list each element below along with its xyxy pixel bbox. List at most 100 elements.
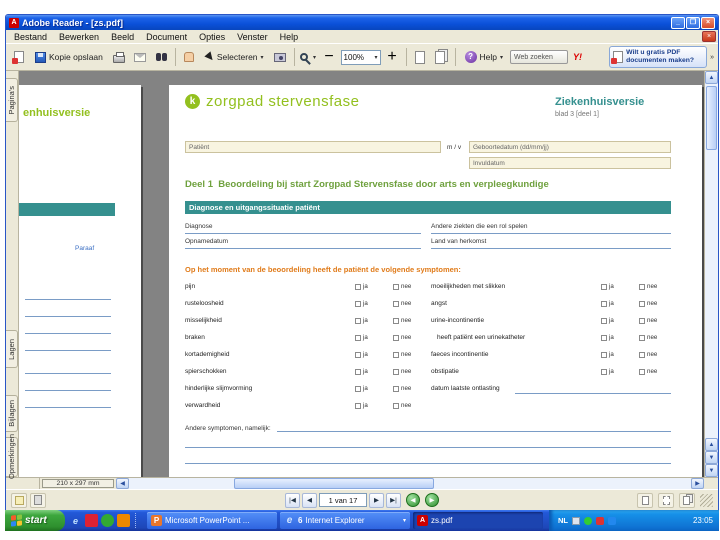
scroll-up-icon[interactable]: ▲ [705,71,718,84]
clock[interactable]: 23:05 [693,516,713,525]
network-tray-icon[interactable] [608,516,616,525]
zoom-out-button[interactable]: − [320,48,339,67]
tab-layers[interactable]: Lagen [6,330,18,368]
birthdate-field[interactable]: Geboortedatum (dd/mm/jj) [469,141,671,153]
select-tool-button[interactable]: Selecteren ▾ [201,48,269,67]
quicklaunch-media-icon[interactable] [117,514,130,527]
quicklaunch-messenger-icon[interactable] [101,514,114,527]
checkbox-nee[interactable] [639,368,645,375]
task-zs-pdf[interactable]: A zs.pdf [413,512,543,529]
next-view-button[interactable]: ▶ [425,493,439,507]
checkbox-nee[interactable] [393,351,399,358]
create-pdf-icon-button[interactable] [9,48,28,67]
single-page-view-button[interactable] [637,492,653,508]
resize-grip[interactable] [700,493,713,507]
menu-bestand[interactable]: Bestand [8,31,53,43]
task-internet-explorer-group[interactable]: e 6 Internet Explorer ▾ [280,512,410,529]
checkbox-ja[interactable] [601,283,607,290]
yahoo-search-input[interactable]: Web zoeken [510,50,569,64]
checkbox-nee[interactable] [393,283,399,290]
antivirus-tray-icon[interactable] [584,516,592,525]
start-button[interactable]: start [5,510,65,531]
tab-comments[interactable]: Opmerkingen [6,434,18,480]
menu-venster[interactable]: Venster [231,31,274,43]
page-down-icon[interactable]: ▼ [705,451,718,464]
next-page-button[interactable]: ▶ [369,492,384,508]
checkbox-nee[interactable] [393,402,399,409]
toolbar-overflow-button[interactable]: » [709,54,715,61]
search-button[interactable] [152,48,171,67]
attachments-shortcut-button[interactable] [30,492,46,508]
snapshot-button[interactable] [271,48,290,67]
previous-page-button[interactable]: ◀ [302,492,317,508]
close-document-button[interactable]: × [702,31,716,42]
previous-view-button[interactable]: ◀ [406,493,420,507]
tab-pages[interactable]: Pagina's [6,78,18,122]
horizontal-scroll-thumb[interactable] [234,478,434,489]
zoom-in-button[interactable]: + [383,48,402,67]
help-button[interactable]: ? Help ▾ [460,48,509,67]
make-free-pdf-button[interactable]: Wilt u gratis PDF documenten maken? [609,46,708,68]
scroll-left-icon[interactable]: ◀ [116,478,129,489]
quicklaunch-internet-explorer-icon[interactable]: e [69,514,82,527]
zoom-tool-button[interactable]: ▾ [299,48,318,67]
vertical-scroll-thumb[interactable] [706,86,717,150]
fit-page-button[interactable] [432,48,451,67]
horizontal-scroll-track[interactable] [129,478,691,489]
checkbox-ja[interactable] [601,351,607,358]
checkbox-nee[interactable] [393,300,399,307]
zoom-level-select[interactable]: 100% ▾ [340,49,381,65]
menu-help[interactable]: Help [274,31,305,43]
checkbox-ja[interactable] [355,317,361,324]
vertical-scrollbar[interactable]: ▲ ▲ ▼ ▼ [704,71,718,477]
scroll-right-icon[interactable]: ▶ [691,478,704,489]
checkbox-nee[interactable] [639,300,645,307]
checkbox-ja[interactable] [601,300,607,307]
pane-grabber[interactable] [6,478,40,489]
messenger-tray-icon[interactable] [596,516,604,525]
actual-size-button[interactable] [411,48,430,67]
checkbox-ja[interactable] [601,368,607,375]
page-number-indicator[interactable]: 1 van 17 [319,493,367,507]
first-page-button[interactable]: |◀ [285,492,300,508]
quicklaunch-app-icon[interactable] [85,514,98,527]
menu-opties[interactable]: Opties [193,31,231,43]
continuous-view-button[interactable] [658,492,674,508]
menu-beeld[interactable]: Beeld [105,31,140,43]
menu-document[interactable]: Document [140,31,193,43]
page-up-icon[interactable]: ▲ [705,438,718,451]
checkbox-ja[interactable] [355,283,361,290]
checkbox-nee[interactable] [393,317,399,324]
menu-bewerken[interactable]: Bewerken [53,31,105,43]
keyboard-tray-icon[interactable] [572,516,580,525]
quick-launch-divider[interactable] [135,513,139,528]
page-canvas[interactable]: enhuisversie Paraaf k zorgpad stervensfa… [19,71,704,477]
save-copy-button[interactable]: Kopie opslaan [30,48,108,67]
minimize-button[interactable]: _ [671,16,685,29]
print-button[interactable] [110,48,129,67]
checkbox-ja[interactable] [355,368,361,375]
restore-button[interactable]: ❒ [686,16,700,29]
language-indicator[interactable]: NL [558,516,568,525]
close-button[interactable]: × [701,16,715,29]
yahoo-logo[interactable]: Y! [570,52,585,62]
checkbox-ja[interactable] [355,300,361,307]
vertical-scroll-track[interactable] [705,84,718,438]
patient-field[interactable]: Patiënt [185,141,441,153]
checkbox-ja[interactable] [355,351,361,358]
hand-tool-button[interactable] [180,48,199,67]
checkbox-ja[interactable] [601,317,607,324]
checkbox-ja[interactable] [355,402,361,409]
last-page-button[interactable]: ▶| [386,492,401,508]
scroll-down-icon[interactable]: ▼ [705,464,718,477]
task-microsoft-powerpoint[interactable]: P Microsoft PowerPoint ... [147,512,277,529]
checkbox-nee[interactable] [393,368,399,375]
checkbox-ja[interactable] [355,385,361,392]
tab-attachments[interactable]: Bijlagen [6,395,18,432]
comments-shortcut-button[interactable] [11,492,27,508]
facing-view-button[interactable] [679,492,695,508]
checkbox-nee[interactable] [639,351,645,358]
checkbox-ja[interactable] [601,334,607,341]
filldate-field[interactable]: Invuldatum [469,157,671,169]
checkbox-nee[interactable] [639,317,645,324]
